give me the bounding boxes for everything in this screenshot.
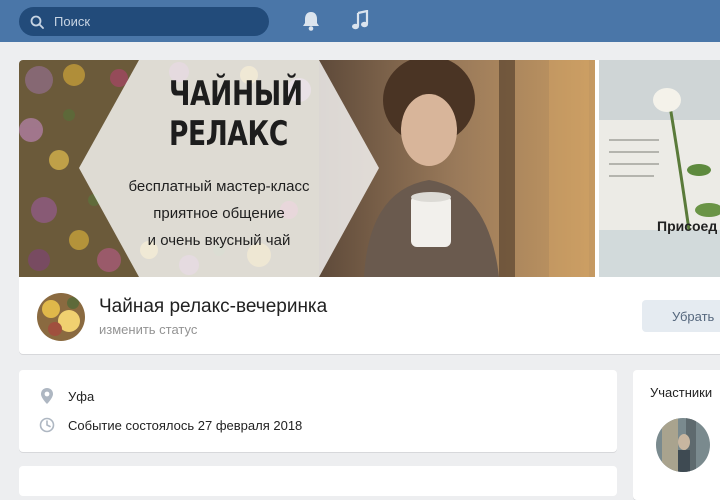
event-date-text: Событие состоялось 27 февраля 2018 [68,417,303,433]
group-avatar[interactable] [37,293,85,341]
search-box[interactable] [19,7,269,36]
cover-title-line1: ЧАЙНЫЙ [169,74,303,114]
clock-icon [39,417,55,433]
group-name: Чайная релакс-вечеринка [99,296,328,317]
remove-button[interactable]: Убрать [642,300,720,332]
event-date-row: Событие состоялось 27 февраля 2018 [39,417,302,433]
cover-title: ЧАЙНЫЙ РЕЛАКС [169,74,303,154]
music-icon[interactable] [350,10,370,32]
group-header-card: ЧАЙНЫЙ РЕЛАКС бесплатный мастер-класс пр… [19,60,720,354]
members-title[interactable]: Участники [650,385,712,400]
event-info-card: Уфа Событие состоялось 27 февраля 2018 [19,370,617,452]
search-icon [30,15,44,29]
cover-line-1: бесплатный мастер-класс [128,178,310,195]
next-card [19,466,617,496]
cover-title-line2: РЕЛАКС [169,114,288,154]
top-bar [0,0,720,42]
member-photo [656,418,710,472]
book-with-flowers-photo [599,60,720,277]
cover-text-block: ЧАЙНЫЙ РЕЛАКС бесплатный мастер-класс пр… [19,60,359,277]
search-input[interactable] [52,13,256,30]
members-card: Участники [633,370,720,500]
tea-avatar-image [37,293,85,341]
location-pin-icon [41,388,53,404]
location-row: Уфа [39,387,94,405]
change-status-link[interactable]: изменить статус [99,322,197,337]
location-text[interactable]: Уфа [68,389,94,404]
cover-join-text: Присоед [657,218,718,234]
cover-line-2: приятное общение [153,205,285,222]
cover-image: ЧАЙНЫЙ РЕЛАКС бесплатный мастер-класс пр… [19,60,720,277]
cover-line-3: и очень вкусный чай [147,232,291,249]
bell-icon[interactable] [301,10,321,32]
member-avatar[interactable] [656,418,710,472]
